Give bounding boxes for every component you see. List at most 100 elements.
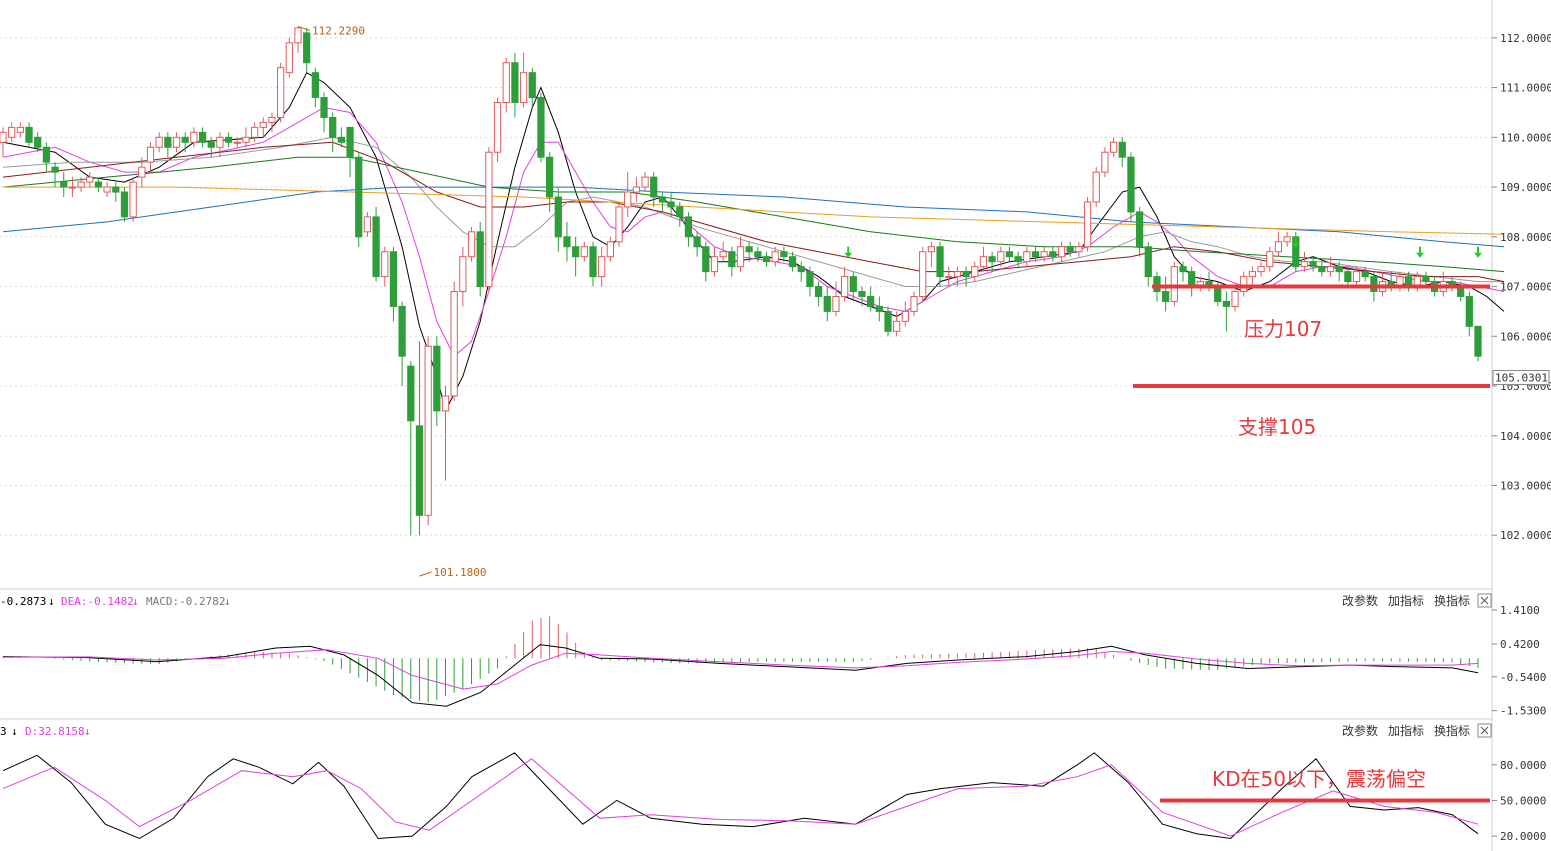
candle <box>615 201 623 247</box>
candle-body <box>702 246 710 273</box>
kd-tick-label: 80.0000 <box>1500 759 1546 772</box>
candle <box>502 57 510 113</box>
candle <box>433 336 441 426</box>
candle-body <box>710 256 719 273</box>
candle-body <box>919 251 927 297</box>
price-tick-label: 111.0000 <box>1500 82 1551 95</box>
candle <box>459 246 467 307</box>
high-marker-label: 112.2290 <box>312 24 365 37</box>
candle-body <box>650 176 658 198</box>
candle <box>1300 251 1309 272</box>
candle <box>1439 271 1447 297</box>
candle-body <box>303 32 311 64</box>
candle-body <box>181 136 189 143</box>
candle-body <box>1335 266 1343 273</box>
candle <box>441 386 450 481</box>
change-params-button[interactable]: 改参数 <box>1342 723 1378 738</box>
candle <box>51 162 59 188</box>
candle-body <box>1127 156 1135 213</box>
switch-indicator-button[interactable]: 换指标 <box>1434 723 1470 738</box>
candle-body <box>624 191 632 208</box>
candle <box>224 132 233 148</box>
candle-body <box>337 136 346 143</box>
candle <box>1162 276 1170 312</box>
candle <box>728 246 736 277</box>
candle-body <box>684 216 693 238</box>
kd-k-arrow: ↓ <box>11 725 18 738</box>
candle <box>407 361 415 536</box>
candle-body <box>1474 325 1482 357</box>
candle <box>1274 231 1283 257</box>
candle <box>1266 246 1274 272</box>
candle <box>155 132 163 153</box>
add-indicator-button[interactable]: 加指标 <box>1388 593 1424 608</box>
price-tick-label: 107.0000 <box>1500 281 1551 294</box>
candle-body <box>485 151 493 288</box>
macd-dea-arrow: ↓ <box>132 595 139 608</box>
candle <box>1109 137 1118 158</box>
candle <box>537 92 545 163</box>
candle <box>389 246 398 322</box>
candle-body <box>441 395 450 412</box>
candle-body <box>1214 286 1222 302</box>
candle <box>103 182 111 198</box>
candle-body <box>1144 246 1152 278</box>
candle-body <box>1083 201 1092 248</box>
candle-body <box>1040 251 1048 258</box>
candle-body <box>797 266 805 273</box>
candlestick-panel: 112.0000 111.0000 110.0000 109.0000 108.0000… <box>0 0 1551 589</box>
candle <box>572 236 580 277</box>
candle <box>702 241 710 282</box>
candle-body <box>1222 300 1231 307</box>
change-params-button[interactable]: 改参数 <box>1342 593 1378 608</box>
candle-body <box>1352 271 1361 283</box>
candle-body <box>467 231 476 258</box>
candle <box>580 241 588 262</box>
macd-toolbar: 改参数 加指标 换指标 <box>1342 593 1492 608</box>
candle-body <box>8 126 16 138</box>
close-icon[interactable] <box>1477 723 1492 738</box>
candle <box>971 261 979 282</box>
candle-body <box>77 181 85 188</box>
candle-body <box>216 136 224 148</box>
candle-body <box>1257 266 1265 273</box>
candle-body <box>1274 241 1283 253</box>
candle-body <box>1240 276 1248 293</box>
candle-body <box>545 156 554 198</box>
candle <box>285 37 293 78</box>
candle-body <box>875 305 883 312</box>
candle-body <box>146 146 155 163</box>
candle-body <box>849 276 857 293</box>
candle <box>606 236 614 262</box>
switch-indicator-button[interactable]: 换指标 <box>1434 593 1470 608</box>
candle-body <box>1092 171 1100 203</box>
close-icon[interactable] <box>1477 593 1492 608</box>
add-indicator-button[interactable]: 加指标 <box>1388 723 1424 738</box>
candle-body <box>1326 266 1335 273</box>
candle <box>1318 261 1326 277</box>
candle-body <box>86 176 94 183</box>
candle-body <box>910 295 918 312</box>
candle-body <box>415 425 424 516</box>
candle <box>415 341 424 536</box>
candle-body <box>155 136 163 148</box>
candle-body <box>962 271 970 278</box>
candle-body <box>172 136 181 148</box>
candle-body <box>1075 246 1083 253</box>
low-marker-line <box>419 571 432 577</box>
candle-body <box>433 345 441 412</box>
candle <box>1465 291 1473 337</box>
kd-toolbar: 改参数 加指标 换指标 <box>1342 723 1492 738</box>
candle-body <box>207 141 215 148</box>
candle <box>1188 266 1196 297</box>
candle-body <box>285 42 293 74</box>
candle-body <box>103 186 111 193</box>
candle-body <box>936 246 944 278</box>
candle-body <box>615 206 623 243</box>
candle <box>919 246 927 302</box>
candle <box>94 177 103 193</box>
candle <box>624 172 632 217</box>
candle-body <box>580 246 588 258</box>
candle-body <box>1179 266 1187 273</box>
price-tick-label: 108.0000 <box>1500 231 1551 244</box>
